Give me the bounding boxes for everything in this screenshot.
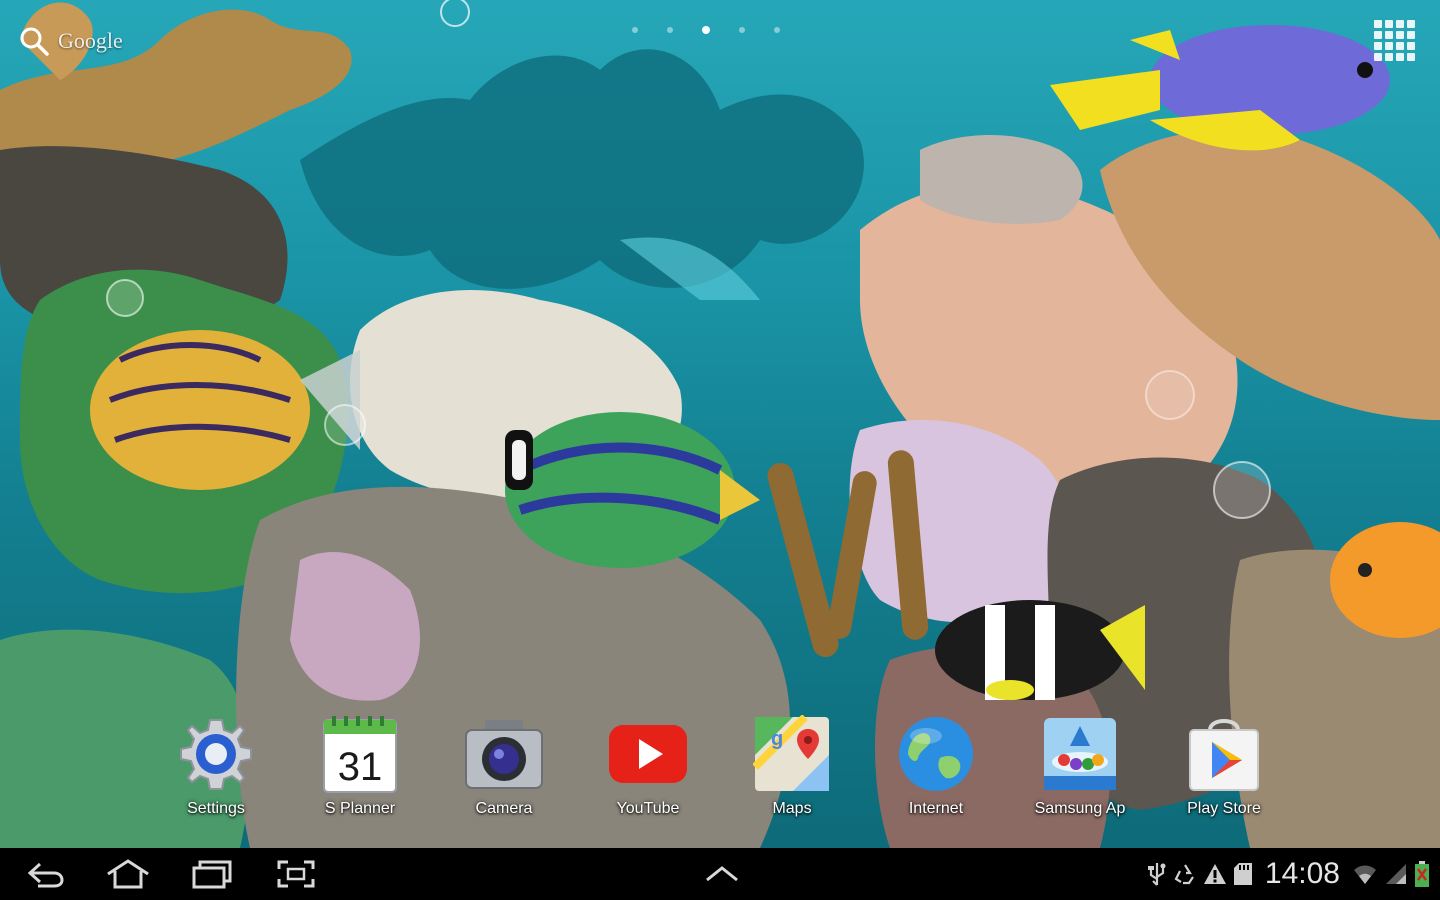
settings-gear-icon — [180, 719, 252, 790]
maps-icon: g — [753, 715, 829, 791]
google-search-widget[interactable]: Google — [18, 24, 123, 58]
status-clock: 14:08 — [1264, 857, 1340, 890]
expand-up-icon[interactable] — [700, 856, 744, 892]
app-grid-icon[interactable] — [1372, 18, 1418, 61]
app-s-planner[interactable]: 31 S Planner — [300, 712, 420, 827]
signal-icon — [1386, 864, 1406, 884]
page-dot — [774, 27, 780, 33]
app-label: Play Store — [1187, 800, 1261, 817]
page-dot-active — [702, 26, 710, 34]
youtube-icon — [609, 725, 687, 783]
app-label: Internet — [908, 800, 964, 817]
status-area[interactable]: 14:08 — [1147, 856, 1430, 892]
app-label: S Planner — [324, 800, 396, 817]
system-navigation-bar: 14:08 — [0, 848, 1440, 900]
home-dock: Settings 31 S Planner Camera YouTube g M… — [0, 712, 1440, 832]
sd-card-icon — [1233, 863, 1252, 885]
google-search-label: Google — [58, 28, 123, 53]
calendar-day: 31 — [338, 745, 383, 789]
app-label: Maps — [772, 800, 812, 817]
play-store-icon — [1189, 719, 1259, 791]
back-icon[interactable] — [22, 856, 70, 892]
recent-apps-icon[interactable] — [188, 856, 236, 892]
camera-icon — [465, 720, 543, 789]
page-indicator — [632, 26, 780, 34]
app-label: Settings — [187, 800, 245, 817]
app-label: YouTube — [616, 800, 680, 817]
app-youtube[interactable]: YouTube — [588, 712, 708, 827]
app-camera[interactable]: Camera — [444, 712, 564, 827]
app-settings[interactable]: Settings — [156, 712, 276, 827]
battery-icon — [1415, 861, 1429, 887]
page-dot — [739, 27, 745, 33]
samsung-apps-icon — [1044, 718, 1116, 790]
recycle-icon — [1174, 864, 1194, 885]
svg-text:g: g — [771, 728, 783, 750]
app-internet[interactable]: Internet — [876, 712, 996, 827]
app-samsung-apps[interactable]: Samsung Ap — [1020, 712, 1140, 827]
app-maps[interactable]: g Maps — [732, 712, 852, 827]
warning-icon — [1203, 864, 1226, 884]
app-label: Camera — [475, 800, 533, 817]
calendar-icon: 31 — [323, 716, 397, 793]
globe-icon — [899, 717, 973, 791]
page-dot — [667, 27, 673, 33]
app-label: Samsung Ap — [1034, 800, 1126, 817]
page-dot — [632, 27, 638, 33]
home-icon[interactable] — [102, 856, 154, 892]
wifi-icon — [1354, 865, 1376, 884]
screenshot-icon[interactable] — [272, 856, 320, 892]
usb-icon — [1147, 863, 1166, 886]
search-icon — [20, 27, 49, 56]
app-play-store[interactable]: Play Store — [1164, 712, 1284, 827]
